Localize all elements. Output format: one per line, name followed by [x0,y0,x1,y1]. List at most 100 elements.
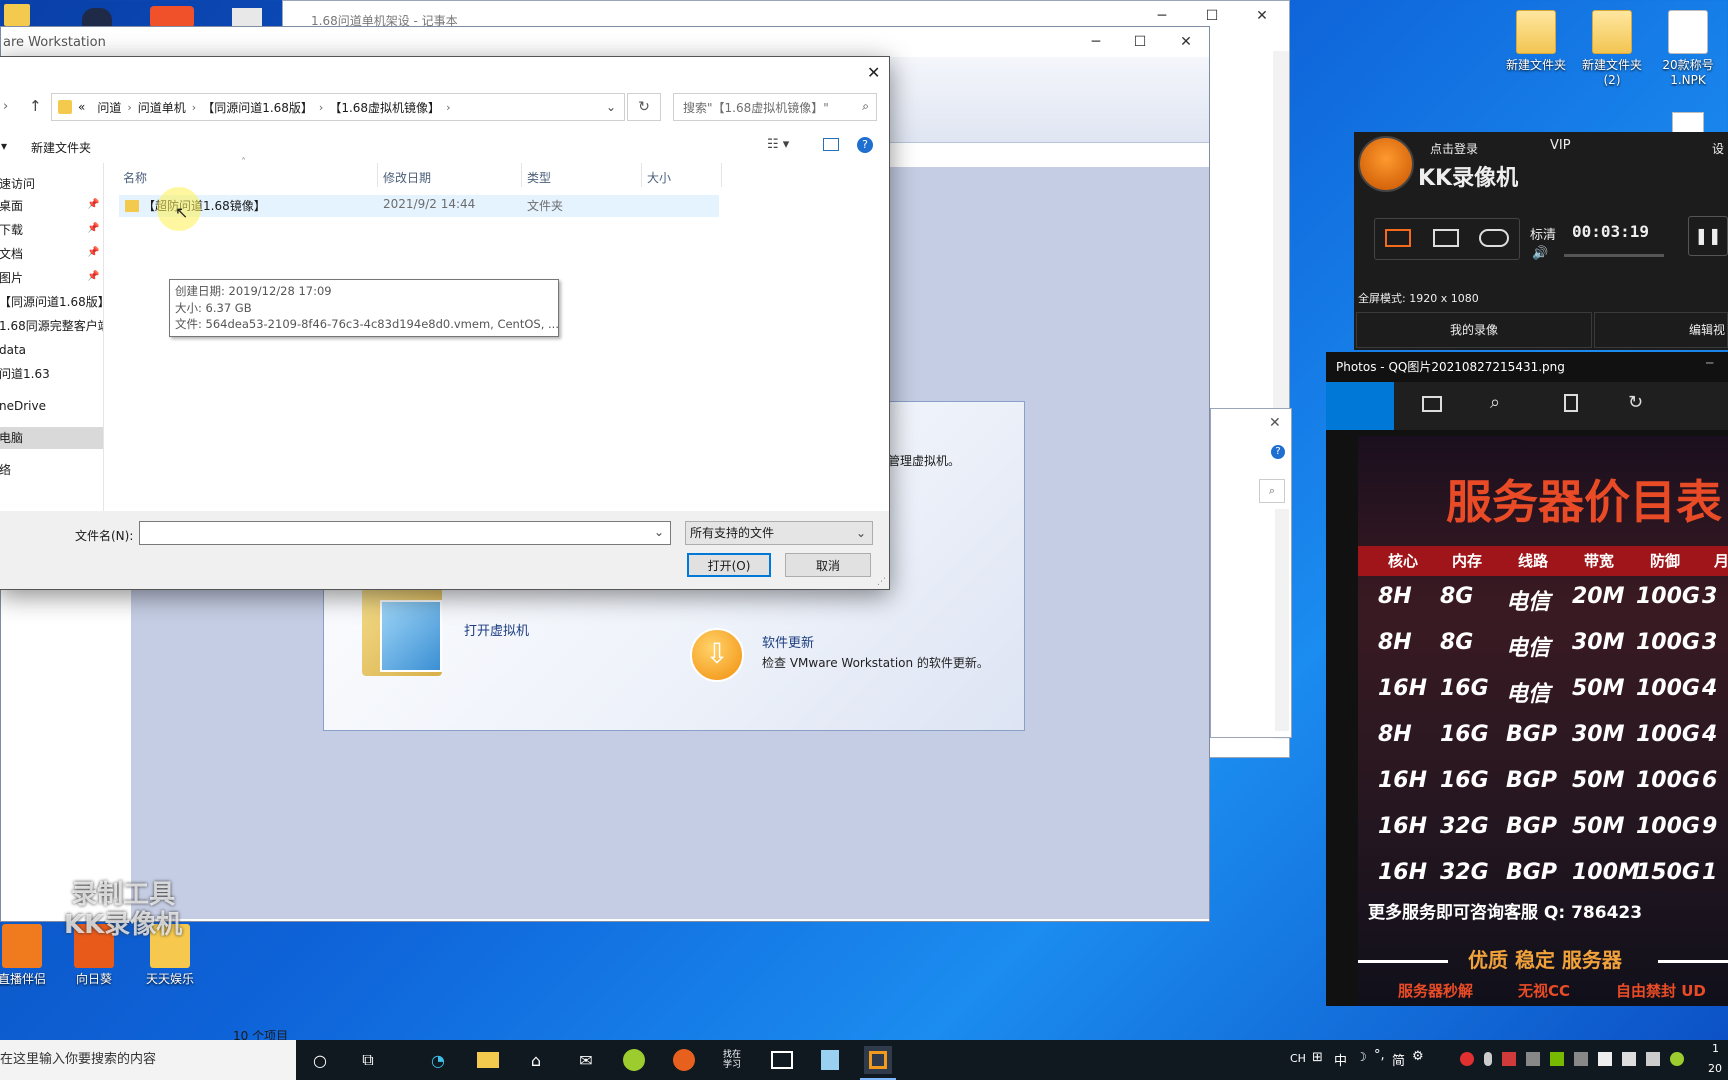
app-tray-icon[interactable] [1598,1052,1612,1066]
search-icon[interactable]: ⌕ [1259,479,1285,503]
network-icon[interactable] [1526,1052,1540,1066]
filename-input[interactable]: ⌄ [139,521,671,545]
nav-folder[interactable]: 问道1.63 [0,363,50,385]
settings-link[interactable]: 设 [1712,140,1724,157]
column-size[interactable]: 大小 [647,169,671,186]
nav-folder[interactable]: data [0,339,26,361]
new-folder-button[interactable]: 新建文件夹 [31,139,91,156]
column-type[interactable]: 类型 [527,169,551,186]
gear-icon[interactable]: ⚙ [1412,1049,1424,1064]
wifi-icon[interactable] [1574,1052,1588,1066]
minimize-button[interactable]: ─ [1706,356,1713,370]
desktop-icon-new-folder-2[interactable]: 新建文件夹 (2) [1574,10,1650,88]
nav-downloads[interactable]: 下载 [0,219,23,241]
resize-grip-icon[interactable]: ⋰ [877,577,886,587]
breadcrumb-item[interactable]: 【1.68虚拟机镜像】 [329,99,440,116]
nav-desktop[interactable]: 桌面 [0,195,23,217]
clock-date[interactable]: 20 [1708,1062,1722,1075]
search-input[interactable]: 搜索"【1.68虚拟机镜像】" ⌕ [673,93,877,121]
file-type-select[interactable]: 所有支持的文件 ⌄ [685,521,873,545]
breadcrumb-back[interactable]: « [78,100,85,114]
task-view-icon[interactable]: ⧉ [354,1046,382,1074]
security-icon[interactable] [1502,1052,1516,1066]
slideshow-icon[interactable] [1422,396,1442,412]
back-arrow-icon[interactable]: › [3,99,8,114]
pause-button[interactable]: ❚❚ [1688,216,1728,256]
moon-icon[interactable]: ☽ [1356,1050,1367,1064]
mic-icon[interactable] [1484,1052,1492,1066]
nav-quick-access[interactable]: 速访问 [0,173,35,195]
app-icon[interactable] [620,1046,648,1074]
kk-recorder-icon[interactable] [670,1046,698,1074]
rotate-icon[interactable]: ↻ [1628,392,1643,413]
vip-link[interactable]: VIP [1550,138,1571,153]
desktop-icon-new-folder[interactable]: 新建文件夹 [1498,10,1574,73]
nav-pictures[interactable]: 图片 [0,267,23,289]
view-options-icon[interactable]: ☷ ▾ [767,137,789,152]
login-link[interactable]: 点击登录 [1430,140,1478,157]
organize-button[interactable]: ▾ [1,139,7,153]
my-recordings-button[interactable]: 我的录像 [1356,312,1592,348]
taskbar-search[interactable]: 在这里输入你要搜索的内容 [0,1040,296,1080]
help-icon[interactable]: ? [1271,445,1285,459]
punctuation-icon[interactable]: °, [1374,1048,1385,1063]
nav-this-pc[interactable]: 电脑 [0,427,103,449]
close-button[interactable]: ✕ [1163,27,1209,57]
nav-documents[interactable]: 文档 [0,243,23,265]
store-icon[interactable]: ⌂ [522,1046,550,1074]
app-tray-icon[interactable] [1622,1052,1636,1066]
edit-video-button[interactable]: 编辑视 [1594,312,1728,348]
nvidia-icon[interactable] [1550,1052,1564,1066]
preview-pane-icon[interactable] [823,138,839,151]
refresh-button[interactable]: ↻ [627,93,661,121]
chevron-down-icon[interactable]: ⌄ [606,100,616,114]
photos-icon[interactable] [768,1046,796,1074]
volume-slider[interactable] [1564,254,1664,257]
quality-label[interactable]: 标清 [1530,224,1556,243]
help-icon[interactable]: ? [857,137,873,153]
file-explorer-icon[interactable] [474,1046,502,1074]
breadcrumb-item[interactable]: 【同源问道1.68版】 [202,99,313,116]
mail-icon[interactable]: ✉ [572,1046,600,1074]
screen-mode-icon[interactable] [1385,229,1411,247]
nav-onedrive[interactable]: neDrive [0,395,46,417]
cortana-icon[interactable]: ○ [306,1046,334,1074]
trash-icon[interactable] [1564,394,1578,412]
splitter[interactable] [103,163,104,563]
minimize-button[interactable]: ─ [1073,27,1119,57]
up-arrow-icon[interactable]: ↑ [29,97,42,115]
desktop-icon-npk-file[interactable]: 20款称号 1.NPK [1650,10,1726,88]
close-icon[interactable]: ✕ [867,63,880,82]
language-indicator[interactable]: CH [1290,1052,1306,1065]
zoom-icon[interactable]: ⌕ [1490,392,1500,413]
cancel-button[interactable]: 取消 [785,553,871,577]
open-vm-action[interactable]: 打开虚拟机 [362,578,622,678]
window-mode-icon[interactable] [1433,229,1459,247]
open-button[interactable]: 打开(O) [687,553,771,577]
column-name[interactable]: 名称 [123,169,147,186]
desktop-icon-live-companion[interactable]: 直播伴侣 [0,924,60,987]
ime-simplified[interactable]: 简 [1392,1050,1405,1069]
find-learn-icon[interactable]: 找在 学习 [718,1046,746,1074]
breadcrumb-item[interactable]: 问道 [97,99,121,116]
breadcrumb-item[interactable]: 问道单机 [138,99,186,116]
chevron-down-icon[interactable]: ⌄ [654,525,664,539]
nav-folder[interactable]: 【同源问道1.68版】 [0,291,103,313]
nav-network[interactable]: 络 [0,459,11,481]
maximize-button[interactable]: ☐ [1117,27,1163,57]
clock-time[interactable]: 1 [1712,1042,1719,1055]
volume-icon[interactable] [1646,1052,1660,1066]
scrollbar[interactable] [1275,509,1289,731]
ime-mode[interactable]: 中 [1334,1050,1347,1069]
file-icon[interactable] [1672,112,1704,134]
game-mode-icon[interactable] [1479,229,1509,247]
volume-icon[interactable]: 🔊 [1532,246,1548,261]
record-icon[interactable] [1460,1052,1474,1066]
image-icon[interactable] [1326,382,1394,430]
app-tray-icon[interactable] [1670,1052,1684,1066]
keyboard-icon[interactable]: ⊞ [1312,1050,1323,1065]
notepad-icon[interactable] [816,1046,844,1074]
edge-icon[interactable]: ◔ [424,1046,452,1074]
nav-folder[interactable]: 1.68同源完整客户端 [0,315,103,337]
address-bar[interactable]: « 问道 › 问道单机 › 【同源问道1.68版】 › 【1.68虚拟机镜像】 … [51,93,625,121]
